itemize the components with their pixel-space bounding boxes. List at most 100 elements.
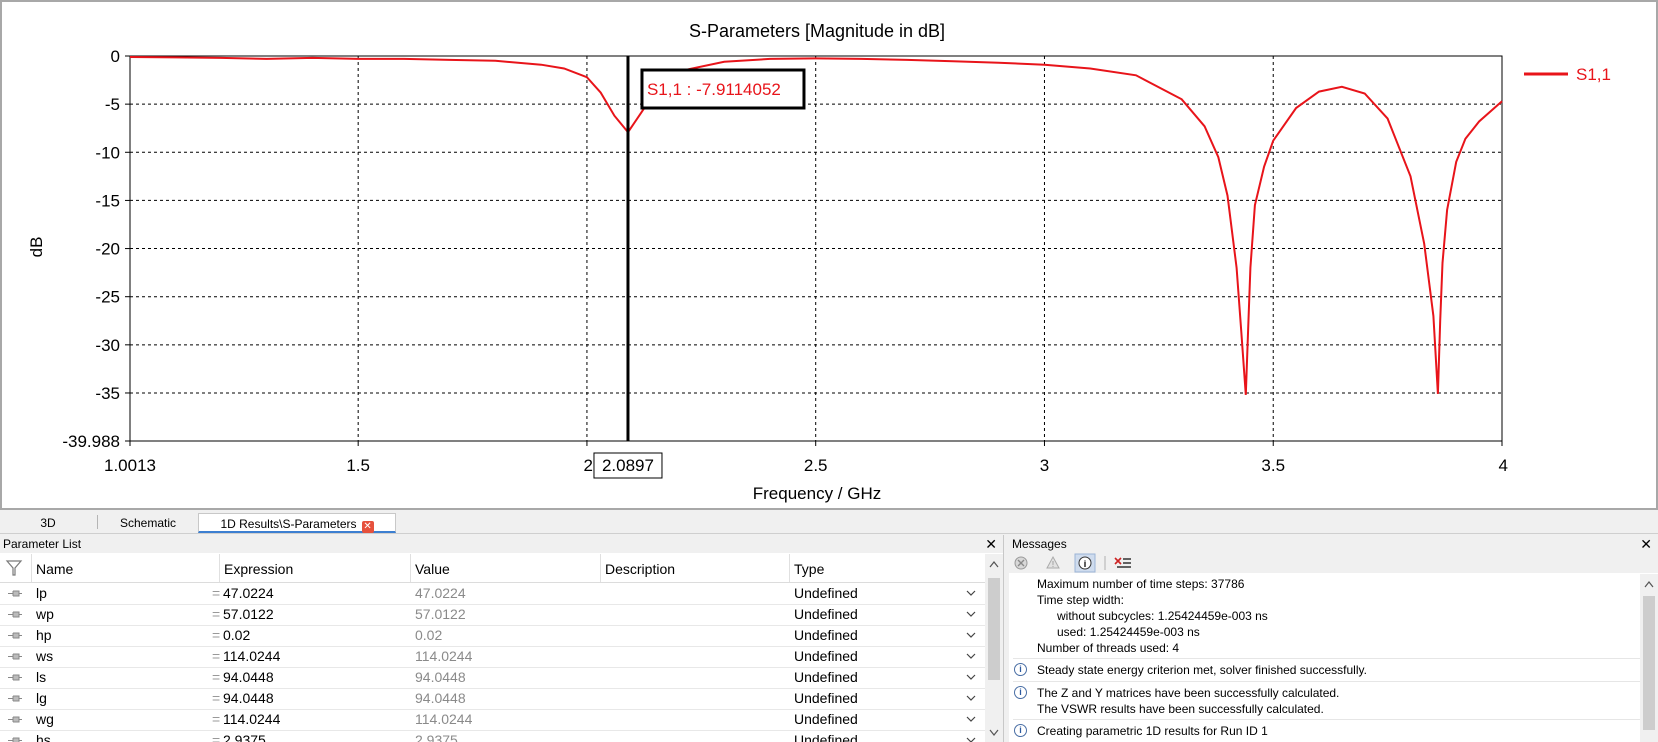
equals-sign: =: [212, 606, 221, 622]
message-divider: [1013, 658, 1640, 659]
param-expression[interactable]: 94.0448: [223, 667, 274, 688]
y-tick-label: -10: [95, 143, 120, 162]
param-name[interactable]: hs: [36, 730, 51, 742]
message-text: The Z and Y matrices have been successfu…: [1037, 686, 1340, 700]
param-value: 57.0122: [415, 606, 466, 622]
param-name[interactable]: lp: [36, 583, 47, 604]
table-row[interactable]: hp = 0.02 0.02 Undefined: [0, 625, 985, 647]
parameter-list-title: Parameter List: [3, 537, 82, 551]
param-name[interactable]: ls: [36, 667, 46, 688]
param-type[interactable]: Undefined: [794, 646, 858, 667]
table-row[interactable]: wg = 114.0244 114.0244 Undefined: [0, 709, 985, 731]
table-row[interactable]: hs = 2.9375 2.9375 Undefined: [0, 730, 985, 742]
svg-text:!: !: [1052, 560, 1054, 569]
legend: S1,1: [1524, 65, 1611, 84]
document-tabbar: 3D Schematic 1D Results\S-Parameters ✕: [0, 510, 1658, 534]
param-expression[interactable]: 0.02: [223, 625, 250, 646]
message-text: used: 1.25424459e-003 ns: [1057, 625, 1200, 639]
warning-filter-icon[interactable]: !: [1046, 555, 1060, 569]
y-axis-label: dB: [27, 237, 46, 258]
error-filter-icon[interactable]: [1014, 556, 1028, 570]
table-row[interactable]: wp = 57.0122 57.0122 Undefined: [0, 604, 985, 626]
chevron-down-icon[interactable]: [966, 651, 976, 661]
close-icon[interactable]: ✕: [985, 535, 997, 553]
y-tick-label: -5: [105, 95, 120, 114]
param-type[interactable]: Undefined: [794, 625, 858, 646]
x-tick-label: 3: [1040, 456, 1049, 475]
chevron-down-icon[interactable]: [966, 693, 976, 703]
y-tick-label: -25: [95, 288, 120, 307]
chevron-down-icon[interactable]: [966, 630, 976, 640]
message-text: Maximum number of time steps: 37786: [1037, 577, 1245, 591]
equals-sign: =: [212, 669, 221, 685]
chevron-down-icon[interactable]: [966, 735, 976, 742]
tab-schematic[interactable]: Schematic: [100, 513, 196, 533]
column-header-type[interactable]: Type: [790, 554, 985, 582]
param-type[interactable]: Undefined: [794, 688, 858, 709]
param-name[interactable]: wp: [36, 604, 54, 625]
info-filter-icon[interactable]: i: [1078, 556, 1092, 570]
param-type[interactable]: Undefined: [794, 583, 858, 604]
param-expression[interactable]: 114.0244: [223, 709, 280, 730]
table-row[interactable]: lg = 94.0448 94.0448 Undefined: [0, 688, 985, 710]
parameter-pin-icon: [8, 590, 22, 597]
param-type[interactable]: Undefined: [794, 709, 858, 730]
close-icon[interactable]: ✕: [1640, 535, 1652, 553]
filter-column[interactable]: [0, 554, 32, 582]
param-name[interactable]: ws: [36, 646, 53, 667]
close-icon[interactable]: ✕: [361, 521, 374, 533]
param-value: 94.0448: [415, 669, 466, 685]
messages-scrollbar[interactable]: [1640, 574, 1658, 742]
chevron-down-icon[interactable]: [966, 588, 976, 598]
param-expression[interactable]: 2.9375: [223, 730, 266, 742]
message-text: without subcycles: 1.25424459e-003 ns: [1057, 609, 1268, 623]
tab-schematic-label: Schematic: [119, 516, 177, 530]
column-header-name[interactable]: Name: [32, 554, 220, 582]
column-header-value[interactable]: Value: [411, 554, 601, 582]
x-tick-label: 1.0013: [104, 456, 156, 475]
param-expression[interactable]: 47.0224: [223, 583, 274, 604]
parameter-list-header: Parameter List ✕: [0, 535, 1003, 553]
chevron-down-icon[interactable]: [966, 714, 976, 724]
y-tick-label: -20: [95, 240, 120, 259]
equals-sign: =: [212, 732, 221, 742]
messages-list[interactable]: Maximum number of time steps: 37786 Time…: [1009, 574, 1640, 742]
param-name[interactable]: lg: [36, 688, 47, 709]
tab-3d[interactable]: 3D: [8, 513, 88, 533]
param-value: 114.0244: [415, 648, 473, 664]
param-type[interactable]: Undefined: [794, 730, 858, 742]
column-header-description[interactable]: Description: [601, 554, 790, 582]
scrollbar-track[interactable]: [985, 554, 1003, 742]
plot-area[interactable]: 0 -5 -10 -15 -20 -25 -30 -35 -39.988 1.0013 1.5 2 2…: [0, 0, 1658, 510]
message-text: The VSWR results have been successfully …: [1037, 702, 1324, 716]
param-expression[interactable]: 57.0122: [223, 604, 274, 625]
param-expression[interactable]: 94.0448: [223, 688, 274, 709]
equals-sign: =: [212, 648, 221, 664]
messages-panel: Messages ✕ ! i Maximum number of time st…: [1009, 535, 1658, 742]
scrollbar-track[interactable]: [1640, 574, 1658, 742]
param-type[interactable]: Undefined: [794, 604, 858, 625]
x-tick-label: 1.5: [346, 456, 370, 475]
s-parameter-plot[interactable]: 0-5-10-15-20-25-30-35-39.988 1.0013 1.5 2 2…: [2, 2, 1656, 508]
param-name[interactable]: hp: [36, 625, 52, 646]
param-value: 47.0224: [415, 585, 466, 601]
column-header-expression[interactable]: Expression: [220, 554, 411, 582]
param-type[interactable]: Undefined: [794, 667, 858, 688]
table-row[interactable]: ws = 114.0244 114.0244 Undefined: [0, 646, 985, 668]
parameter-list-scrollbar[interactable]: [985, 554, 1003, 742]
param-expression[interactable]: 114.0244: [223, 646, 280, 667]
tab-1d-results-s-parameters[interactable]: 1D Results\S-Parameters ✕: [198, 513, 396, 533]
marker-x-value: 2.0897: [602, 456, 654, 475]
chevron-down-icon[interactable]: [966, 672, 976, 682]
x-tick-label: 3.5: [1261, 456, 1285, 475]
filter-icon[interactable]: [5, 559, 23, 577]
param-name[interactable]: wg: [36, 709, 54, 730]
parameter-table-header: Name Expression Value Description Type: [0, 554, 985, 583]
messages-filter-buttons[interactable]: ! i: [1009, 553, 1149, 573]
x-tick-label: 4: [1499, 456, 1508, 475]
table-row[interactable]: ls = 94.0448 94.0448 Undefined: [0, 667, 985, 689]
clear-messages-icon[interactable]: [1114, 557, 1131, 568]
table-row[interactable]: lp = 47.0224 47.0224 Undefined: [0, 583, 985, 605]
chevron-down-icon[interactable]: [966, 609, 976, 619]
parameter-pin-icon: [8, 737, 22, 742]
